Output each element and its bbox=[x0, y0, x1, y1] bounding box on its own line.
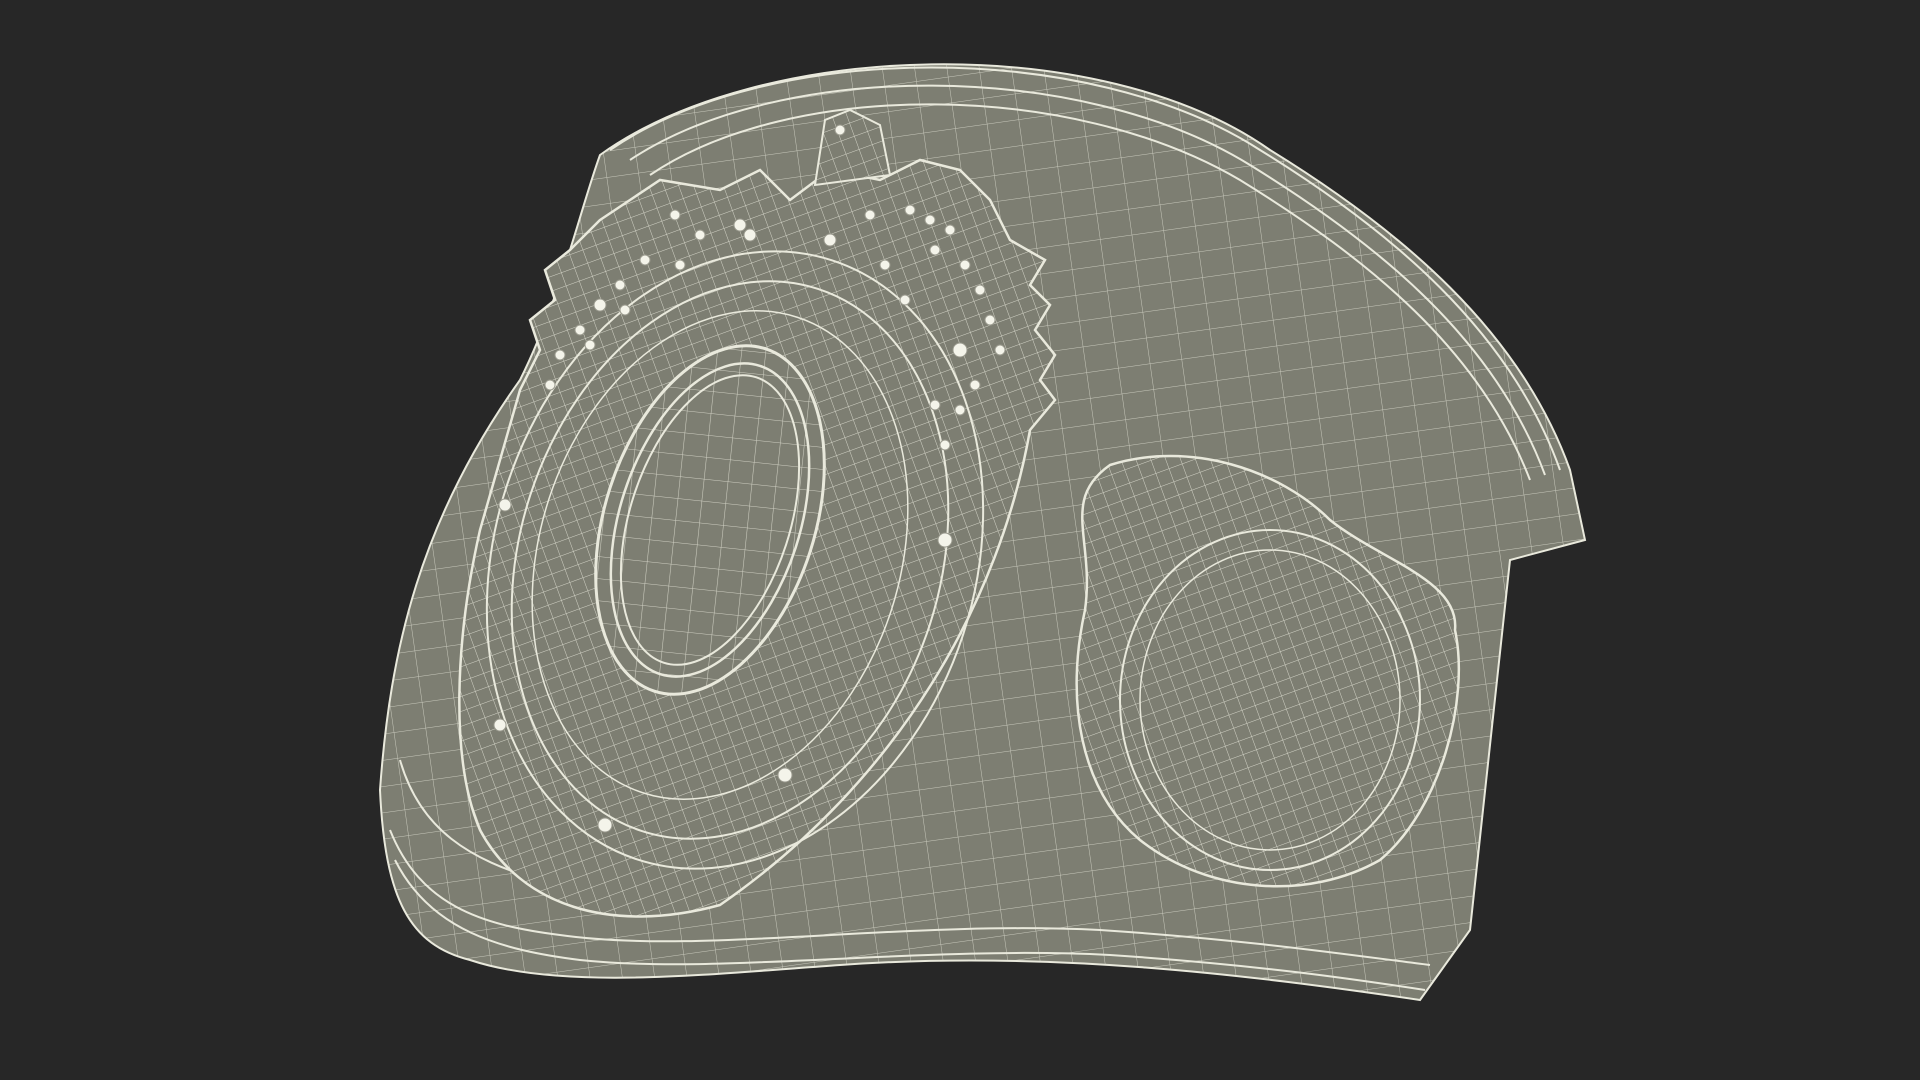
wireframe-render bbox=[378, 63, 1587, 1002]
render-viewport[interactable] bbox=[0, 0, 1920, 1080]
